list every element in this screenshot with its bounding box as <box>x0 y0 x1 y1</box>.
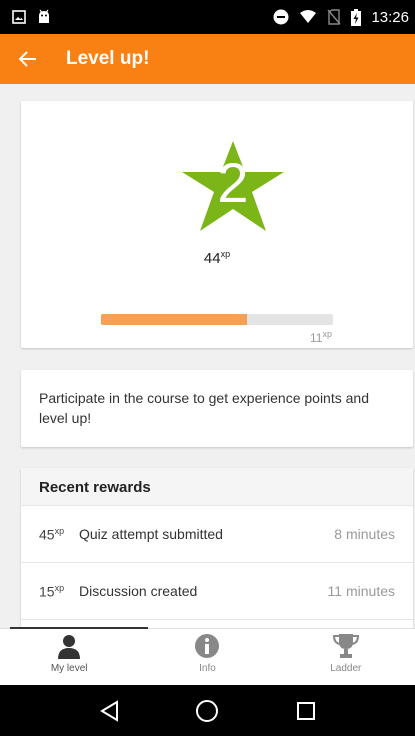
recent-rewards-card: Recent rewards 45xp Quiz attempt submitt… <box>21 468 413 628</box>
recent-rewards-title: Recent rewards <box>21 468 413 506</box>
status-time: 13:26 <box>371 8 409 26</box>
tab-label: Ladder <box>330 663 362 674</box>
xp-remaining-value: 11 <box>310 331 323 345</box>
xp-total-value: 44 <box>203 250 221 267</box>
level-progress-bar <box>101 314 333 325</box>
reward-xp: 15xp <box>39 583 79 600</box>
battery-charging-icon <box>351 8 362 26</box>
no-sim-icon <box>327 9 341 25</box>
trophy-icon <box>332 634 359 658</box>
reward-xp-value: 15 <box>39 583 55 600</box>
page-title: Level up! <box>66 48 150 69</box>
tab-info[interactable]: Info <box>138 629 276 685</box>
reward-time: 11 minutes <box>327 583 395 599</box>
reward-time: 8 minutes <box>334 526 395 542</box>
app-bar: Level up! <box>0 34 415 84</box>
info-card: Participate in the course to get experie… <box>21 370 413 447</box>
info-icon <box>195 634 220 658</box>
system-nav-bar <box>0 685 415 736</box>
do-not-disturb-icon <box>273 9 289 25</box>
android-icon <box>39 9 49 23</box>
reward-label: Discussion created <box>79 583 198 599</box>
level-progress-fill <box>101 314 248 325</box>
status-right-icons: 13:26 <box>273 8 409 26</box>
arrow-back-icon <box>19 51 36 67</box>
reward-xp: 45xp <box>39 526 79 543</box>
home-circle-icon <box>196 699 219 722</box>
xp-unit: xp <box>220 249 231 259</box>
reward-xp-value: 45 <box>39 526 55 543</box>
active-tab-indicator <box>10 627 148 629</box>
level-card: 2 44xp 11xp <box>21 101 413 348</box>
level-star-badge: 2 <box>180 141 286 231</box>
status-bar: 13:26 <box>0 0 415 34</box>
back-button[interactable] <box>14 45 42 73</box>
level-number: 2 <box>217 151 249 214</box>
recents-square-icon <box>296 701 315 720</box>
reward-xp-unit: xp <box>54 582 65 593</box>
xp-remaining: 11xp <box>310 329 332 345</box>
tab-label: Info <box>199 663 216 674</box>
list-item[interactable]: 15xp Discussion created 11 minutes <box>21 563 413 620</box>
main-content[interactable]: 2 44xp 11xp Participate in the course to… <box>0 84 415 628</box>
person-icon <box>58 635 81 659</box>
xp-remaining-unit: xp <box>322 329 332 339</box>
xp-total: 44xp <box>21 249 413 267</box>
status-left-icons <box>12 9 52 25</box>
nav-back-button[interactable] <box>94 696 124 726</box>
tab-ladder[interactable]: Ladder <box>277 629 415 685</box>
nav-home-button[interactable] <box>192 696 222 726</box>
nav-recents-button[interactable] <box>291 696 321 726</box>
wifi-icon <box>300 10 317 23</box>
reward-xp-unit: xp <box>54 525 65 536</box>
picture-icon <box>12 10 26 24</box>
bottom-tab-bar: My level Info Ladder <box>0 627 415 685</box>
list-item[interactable]: 45xp Quiz attempt submitted 8 minutes <box>21 506 413 563</box>
tab-my-level[interactable]: My level <box>0 627 148 685</box>
info-text: Participate in the course to get experie… <box>39 390 369 426</box>
back-triangle-icon <box>100 699 119 722</box>
reward-label: Quiz attempt submitted <box>79 526 223 542</box>
tab-label: My level <box>50 663 88 674</box>
